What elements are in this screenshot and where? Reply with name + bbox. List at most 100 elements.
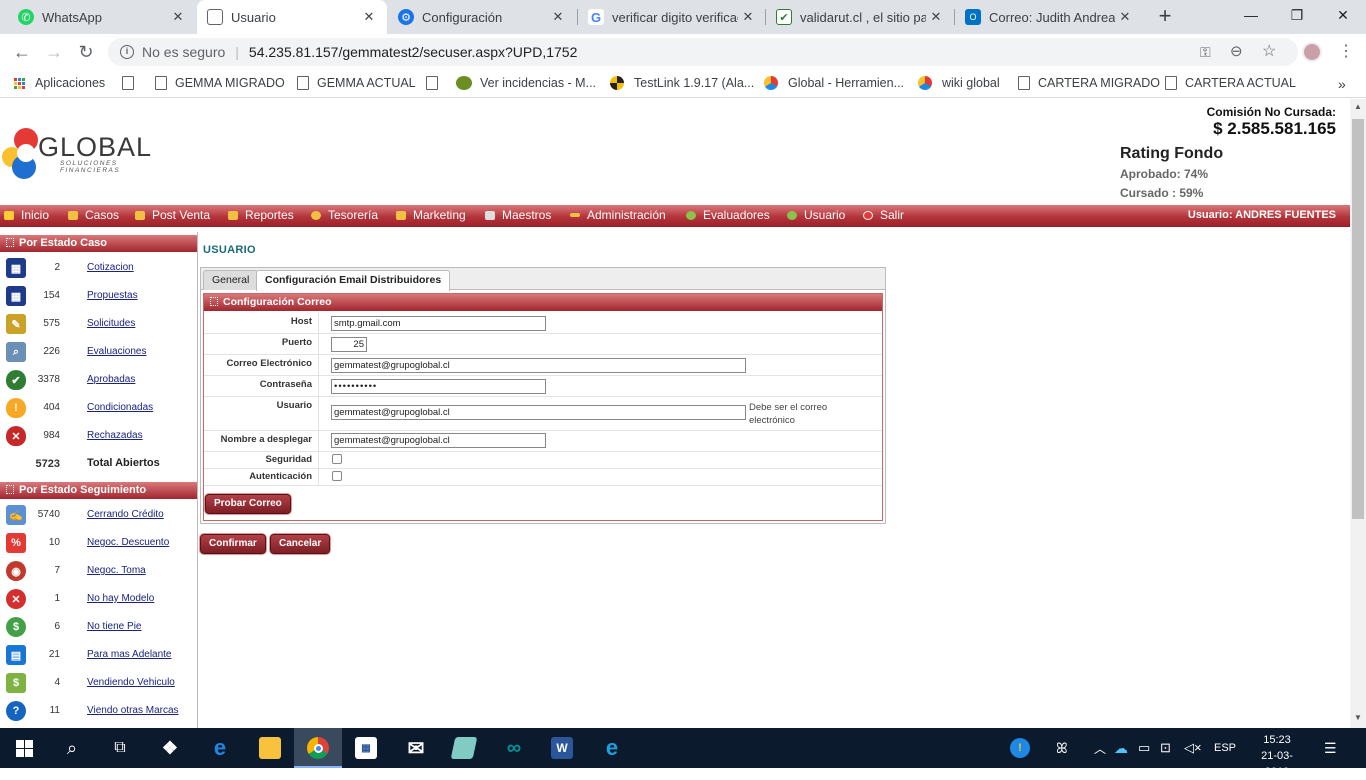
star-icon[interactable]: ☆	[1262, 41, 1276, 61]
bookmark-incidencias[interactable]: Ver incidencias - M...	[456, 76, 596, 90]
people-icon[interactable]: ꕤ	[1056, 728, 1068, 768]
ie-icon[interactable]: e	[588, 728, 636, 768]
key-icon[interactable]: ⚿	[1200, 44, 1211, 61]
search-icon[interactable]: ⌕	[48, 728, 96, 768]
edge-icon[interactable]: e	[196, 728, 244, 768]
tab-usuario[interactable]: Usuario ✕	[197, 0, 387, 34]
menu-marketing[interactable]: Marketing	[396, 208, 466, 222]
notification-warning-icon[interactable]: !	[1010, 728, 1030, 768]
info-icon[interactable]: i	[120, 45, 134, 59]
bookmark-global-herramientas[interactable]: Global - Herramien...	[764, 76, 904, 90]
sidebar-link-evaluaciones[interactable]: Evaluaciones	[87, 346, 146, 357]
password-input[interactable]: ••••••••••	[331, 379, 546, 394]
auth-checkbox[interactable]	[332, 471, 342, 481]
more-vert-icon[interactable]: ⋮	[1338, 41, 1354, 61]
display-name-input[interactable]: gemmatest@grupoglobal.cl	[331, 433, 546, 448]
menu-tesoreria[interactable]: Tesorería	[311, 208, 378, 222]
bookmark-page[interactable]	[426, 76, 446, 90]
port-input[interactable]: 25	[331, 337, 367, 352]
sidebar-link-negoc-toma[interactable]: Negoc. Toma	[87, 565, 146, 576]
menu-inicio[interactable]: Inicio	[4, 208, 49, 222]
scroll-up-icon[interactable]: ▲	[1354, 102, 1362, 111]
menu-usuario[interactable]: Usuario	[787, 208, 845, 222]
close-icon[interactable]: ✕	[548, 9, 568, 25]
bookmarks-more-button[interactable]: »	[1338, 76, 1346, 92]
chrome-icon[interactable]	[294, 728, 342, 768]
menu-post-venta[interactable]: Post Venta	[135, 208, 210, 222]
close-icon[interactable]: ✕	[738, 9, 758, 25]
sidebar-link-cotizacion[interactable]: Cotizacion	[87, 262, 134, 273]
sidebar-link-para-mas-adelante[interactable]: Para mas Adelante	[87, 649, 172, 660]
close-icon[interactable]: ✕	[168, 9, 188, 25]
sidebar-link-solicitudes[interactable]: Solicitudes	[87, 318, 135, 329]
close-window-button[interactable]: ✕	[1320, 0, 1366, 30]
vertical-scrollbar[interactable]: ▲ ▼	[1350, 99, 1366, 728]
email-field[interactable]: gemmatest@grupoglobal.cl	[331, 358, 746, 373]
tab-google[interactable]: G verificar digito verificad ✕	[578, 0, 766, 34]
tab-whatsapp[interactable]: ✆ WhatsApp ✕	[8, 0, 196, 34]
user-input[interactable]: gemmatest@grupoglobal.cl	[331, 405, 746, 420]
security-status[interactable]: No es seguro	[142, 44, 225, 60]
menu-reportes[interactable]: Reportes	[228, 208, 294, 222]
action-center-icon[interactable]: ☰	[1324, 728, 1337, 768]
confirm-button[interactable]: Confirmar	[200, 534, 266, 554]
dropbox-icon[interactable]: ❖	[146, 728, 194, 768]
bookmark-testlink[interactable]: TestLink 1.9.17 (Ala...	[610, 76, 754, 90]
sidebar-link-negoc-descuento[interactable]: Negoc. Descuento	[87, 537, 169, 548]
volume-muted-icon[interactable]: ◁×	[1184, 728, 1202, 768]
scroll-down-icon[interactable]: ▼	[1354, 713, 1362, 722]
reload-icon[interactable]: ↻	[74, 40, 98, 64]
sidebar-link-viendo-otras-marcas[interactable]: Viendo otras Marcas	[87, 705, 179, 716]
menu-casos[interactable]: Casos	[68, 208, 119, 222]
url-text[interactable]: 54.235.81.157/gemmatest2/secuser.aspx?UP…	[249, 44, 577, 60]
new-tab-button[interactable]: +	[1152, 3, 1178, 29]
notepad-icon[interactable]	[440, 728, 488, 768]
minimize-button[interactable]: —	[1228, 0, 1274, 30]
task-view-icon[interactable]: ⧉	[96, 728, 144, 768]
battery-icon[interactable]: ▭	[1138, 728, 1150, 768]
forward-arrow-icon[interactable]: →	[42, 40, 66, 64]
back-arrow-icon[interactable]: ←	[10, 40, 34, 64]
bookmark-cartera-actual[interactable]: CARTERA ACTUAL	[1165, 76, 1296, 90]
clock[interactable]: 15:23 21-03-2019	[1252, 732, 1302, 780]
scrollbar-thumb[interactable]	[1352, 119, 1364, 519]
test-email-button[interactable]: Probar Correo	[205, 494, 291, 514]
bookmark-cartera-migrado[interactable]: CARTERA MIGRADO	[1018, 76, 1160, 90]
bookmark-gemma-actual[interactable]: GEMMA ACTUAL	[297, 76, 416, 90]
bookmark-apps[interactable]: Aplicaciones	[14, 76, 105, 90]
sidebar-link-no-tiene-pie[interactable]: No tiene Pie	[87, 621, 141, 632]
onedrive-icon[interactable]: ☁	[1114, 728, 1128, 768]
menu-evaluadores[interactable]: Evaluadores	[686, 208, 770, 222]
bookmark-wiki-global[interactable]: wiki global	[918, 76, 1000, 90]
arduino-icon[interactable]: ∞	[490, 728, 538, 768]
language-indicator[interactable]: ESP	[1214, 728, 1236, 768]
close-icon[interactable]: ✕	[1115, 9, 1135, 25]
sidebar-link-aprobadas[interactable]: Aprobadas	[87, 374, 135, 385]
tab-validarut[interactable]: ✔ validarut.cl , el sitio para ✕	[766, 0, 954, 34]
cancel-button[interactable]: Cancelar	[270, 534, 331, 554]
sidebar-link-propuestas[interactable]: Propuestas	[87, 290, 138, 301]
windows-start-icon[interactable]	[0, 728, 48, 768]
store-icon[interactable]: ▦	[342, 728, 390, 768]
sidebar-link-cerrando-credito[interactable]: Cerrando Crédito	[87, 509, 164, 520]
sidebar-link-rechazadas[interactable]: Rechazadas	[87, 430, 143, 441]
word-icon[interactable]: W	[538, 728, 586, 768]
security-checkbox[interactable]	[332, 454, 342, 464]
tab-email-config[interactable]: Configuración Email Distribuidores	[256, 270, 451, 291]
menu-administracion[interactable]: Administración	[570, 208, 666, 222]
omnibox[interactable]: i No es seguro | 54.235.81.157/gemmatest…	[108, 38, 1298, 66]
bookmark-page[interactable]	[122, 76, 142, 90]
sidebar-link-condicionadas[interactable]: Condicionadas	[87, 402, 153, 413]
host-input[interactable]: smtp.gmail.com	[331, 316, 546, 331]
close-icon[interactable]: ✕	[926, 9, 946, 25]
zoom-icon[interactable]: ⊖	[1230, 42, 1243, 60]
close-icon[interactable]: ✕	[359, 9, 379, 25]
menu-salir[interactable]: Salir	[863, 208, 904, 222]
sidebar-link-vendiendo-vehiculo[interactable]: Vendiendo Vehiculo	[87, 677, 175, 688]
bookmark-gemma-migrado[interactable]: GEMMA MIGRADO	[155, 76, 285, 90]
chevron-up-icon[interactable]: ︿	[1094, 728, 1106, 768]
tab-correo[interactable]: O Correo: Judith Andrea C ✕	[955, 0, 1143, 34]
menu-maestros[interactable]: Maestros	[485, 208, 551, 222]
avatar[interactable]	[1302, 42, 1322, 62]
mail-icon[interactable]: ✉	[392, 728, 440, 768]
